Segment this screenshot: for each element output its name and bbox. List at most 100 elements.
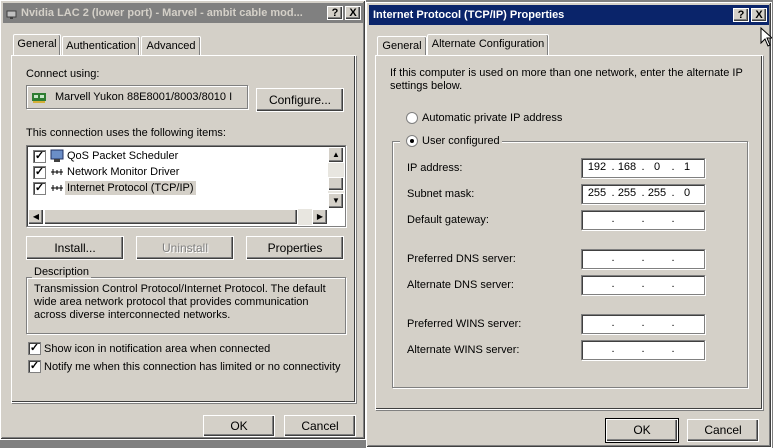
dot: . bbox=[641, 213, 645, 225]
dot: . bbox=[611, 213, 615, 225]
octet: 1 bbox=[683, 161, 691, 173]
default-gateway-field[interactable]: ... bbox=[581, 210, 705, 230]
alternate-dns-label: Alternate DNS server: bbox=[407, 279, 514, 291]
cancel-button[interactable]: Cancel bbox=[284, 415, 356, 437]
octet: 192 bbox=[587, 161, 607, 173]
ok-button[interactable]: OK bbox=[203, 415, 275, 437]
subnet-mask-field[interactable]: 255. 255. 255. 0 bbox=[581, 184, 705, 204]
adapter-name: Marvell Yukon 88E8001/8003/8010 I bbox=[55, 91, 233, 103]
octet: 0 bbox=[683, 187, 691, 199]
item-label: Internet Protocol (TCP/IP) bbox=[65, 181, 196, 195]
preferred-dns-field[interactable]: ... bbox=[581, 249, 705, 269]
uninstall-button[interactable]: Uninstall bbox=[136, 236, 234, 260]
notify-label[interactable]: Notify me when this connection has limit… bbox=[44, 361, 341, 373]
octet: 255 bbox=[647, 187, 667, 199]
subnet-mask-label: Subnet mask: bbox=[407, 188, 475, 200]
configure-button[interactable]: Configure... bbox=[256, 88, 344, 112]
list-item[interactable]: ✓ Internet Protocol (TCP/IP) bbox=[31, 180, 321, 196]
preferred-dns-label: Preferred DNS server: bbox=[407, 253, 516, 265]
lan-dialog-title: Nvidia LAC 2 (lower port) - Marvel - amb… bbox=[21, 7, 303, 19]
alternate-dns-field[interactable]: ... bbox=[581, 275, 705, 295]
intro-text: If this computer is used on more than on… bbox=[390, 67, 743, 92]
ip-address-label: IP address: bbox=[407, 162, 463, 174]
vertical-scrollbar[interactable]: ▲ ▼ bbox=[328, 147, 344, 209]
tcpip-dialog-titlebar[interactable]: Internet Protocol (TCP/IP) Properties ? … bbox=[369, 5, 769, 25]
scroll-right-icon[interactable]: ▶ bbox=[312, 209, 328, 225]
list-item[interactable]: ✓ Network Monitor Driver bbox=[31, 164, 321, 180]
scroll-thumb[interactable] bbox=[328, 177, 344, 191]
alternate-config-panel: If this computer is used on more than on… bbox=[375, 55, 763, 410]
lan-dialog-titlebar[interactable]: Nvidia LAC 2 (lower port) - Marvel - amb… bbox=[3, 3, 363, 23]
show-icon-checkbox[interactable]: ✓ bbox=[28, 342, 41, 355]
network-adapter-icon bbox=[32, 91, 46, 106]
dot: . bbox=[611, 317, 615, 329]
scroll-left-icon[interactable]: ◀ bbox=[28, 209, 44, 225]
item-label: QoS Packet Scheduler bbox=[67, 150, 179, 162]
help-button[interactable]: ? bbox=[327, 6, 343, 20]
default-gateway-label: Default gateway: bbox=[407, 214, 489, 226]
alternate-wins-label: Alternate WINS server: bbox=[407, 344, 520, 356]
tab-general[interactable]: General bbox=[13, 34, 61, 55]
properties-button[interactable]: Properties bbox=[246, 236, 344, 260]
octet: 255 bbox=[617, 187, 637, 199]
item-checkbox[interactable]: ✓ bbox=[33, 150, 46, 163]
automatic-private-ip-radio[interactable] bbox=[406, 112, 418, 124]
cancel-button[interactable]: Cancel bbox=[687, 419, 759, 442]
tab-advanced[interactable]: Advanced bbox=[141, 36, 201, 55]
general-tab-panel: Connect using: Marvell Yukon 88E8001/800… bbox=[11, 55, 356, 403]
dot: . bbox=[611, 343, 615, 355]
user-configured-label[interactable]: User configured bbox=[422, 135, 500, 147]
scroll-down-icon[interactable]: ▼ bbox=[328, 193, 344, 209]
description-text: Transmission Control Protocol/Internet P… bbox=[34, 283, 326, 321]
horizontal-scrollbar[interactable]: ◀ ▶ bbox=[28, 209, 328, 225]
alternate-wins-field[interactable]: ... bbox=[581, 340, 705, 360]
lan-properties-dialog: Nvidia LAC 2 (lower port) - Marvel - amb… bbox=[0, 0, 366, 440]
dot: . bbox=[611, 252, 615, 264]
automatic-private-ip-label[interactable]: Automatic private IP address bbox=[422, 112, 562, 124]
network-connection-icon bbox=[6, 7, 18, 19]
octet: 255 bbox=[587, 187, 607, 199]
dot: . bbox=[671, 343, 675, 355]
description-title: Description bbox=[32, 266, 92, 278]
tab-general[interactable]: General bbox=[377, 36, 427, 55]
install-button[interactable]: Install... bbox=[26, 236, 124, 260]
tab-authentication[interactable]: Authentication bbox=[62, 36, 140, 55]
octet: 0 bbox=[653, 161, 661, 173]
ok-button[interactable]: OK bbox=[605, 418, 679, 443]
adapter-name-box: Marvell Yukon 88E8001/8003/8010 I bbox=[26, 85, 248, 109]
item-checkbox[interactable]: ✓ bbox=[33, 182, 46, 195]
show-icon-label[interactable]: Show icon in notification area when conn… bbox=[44, 343, 270, 355]
list-item[interactable]: ✓ QoS Packet Scheduler bbox=[31, 148, 321, 164]
dot: . bbox=[671, 317, 675, 329]
scroll-up-icon[interactable]: ▲ bbox=[328, 147, 344, 163]
item-label: Network Monitor Driver bbox=[67, 166, 180, 178]
connect-using-label: Connect using: bbox=[26, 68, 100, 80]
octet: 168 bbox=[617, 161, 637, 173]
notify-checkbox[interactable]: ✓ bbox=[28, 360, 41, 373]
preferred-wins-field[interactable]: ... bbox=[581, 314, 705, 334]
dot: . bbox=[641, 343, 645, 355]
dot: . bbox=[641, 252, 645, 264]
dot: . bbox=[671, 278, 675, 290]
dot: . bbox=[671, 252, 675, 264]
dot: . bbox=[671, 213, 675, 225]
dot: . bbox=[641, 278, 645, 290]
close-button[interactable]: X bbox=[751, 8, 767, 22]
protocol-icon bbox=[50, 166, 64, 181]
components-list: ✓ QoS Packet Scheduler ✓ Network Monitor… bbox=[26, 145, 346, 227]
tcpip-properties-dialog: Internet Protocol (TCP/IP) Properties ? … bbox=[366, 2, 772, 448]
tcpip-dialog-title: Internet Protocol (TCP/IP) Properties bbox=[373, 9, 565, 21]
item-checkbox[interactable]: ✓ bbox=[33, 166, 46, 179]
items-label: This connection uses the following items… bbox=[26, 127, 226, 139]
close-button[interactable]: X bbox=[345, 6, 361, 20]
dot: . bbox=[611, 278, 615, 290]
help-button[interactable]: ? bbox=[733, 8, 749, 22]
dot: . bbox=[641, 317, 645, 329]
ip-address-field[interactable]: 192. 168. 0. 1 bbox=[581, 158, 705, 178]
mouse-cursor-icon bbox=[760, 26, 773, 50]
scroll-thumb[interactable] bbox=[44, 209, 298, 225]
protocol-icon bbox=[50, 182, 64, 197]
tab-alternate-configuration[interactable]: Alternate Configuration bbox=[427, 34, 549, 55]
user-configured-radio[interactable] bbox=[406, 135, 418, 147]
preferred-wins-label: Preferred WINS server: bbox=[407, 318, 522, 330]
